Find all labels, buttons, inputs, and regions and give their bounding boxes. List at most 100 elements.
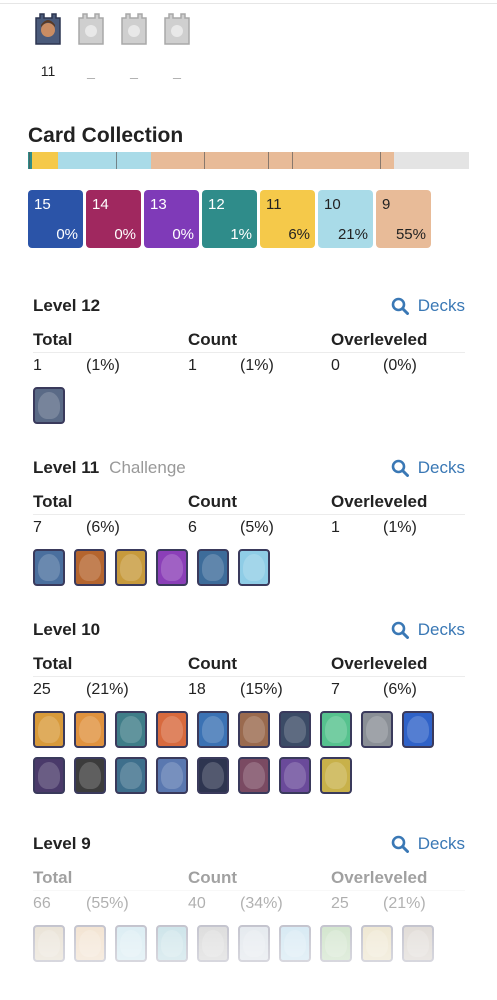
card-icon[interactable] — [238, 757, 270, 794]
collection-bar-segment — [58, 152, 151, 169]
header-count: Count — [188, 492, 238, 511]
section-header: Level 10 Decks — [33, 620, 465, 646]
decks-link[interactable]: Decks — [391, 620, 465, 640]
count-percent: (1%) — [240, 357, 274, 374]
stats-header: Total Count Overleveled — [33, 330, 465, 353]
level-section-10: Level 10 Decks Total Count Overleveled 25 (21%… — [33, 620, 465, 803]
collection-bar-segment — [32, 152, 58, 169]
overleveled-percent: (1%) — [383, 519, 417, 536]
tile-level: 9 — [382, 196, 391, 213]
card-icon[interactable] — [238, 711, 270, 748]
decks-label: Decks — [417, 620, 465, 639]
stats-row: 1 (1%) 1 (1%) 0 (0%) — [33, 357, 465, 383]
card-icon[interactable] — [361, 711, 393, 748]
stats-row: 7 (6%) 6 (5%) 1 (1%) — [33, 519, 465, 545]
stats-header: Total Count Overleveled — [33, 492, 465, 515]
card-icon[interactable] — [238, 549, 270, 586]
tile-level: 12 — [208, 196, 225, 213]
card-icon[interactable] — [33, 711, 65, 748]
overleveled-value: 7 — [331, 681, 340, 698]
card-icon[interactable] — [33, 757, 65, 794]
card-icon[interactable] — [115, 711, 147, 748]
tower-king: 11 — [33, 12, 63, 81]
tile-level: 10 — [324, 196, 341, 213]
card-icon[interactable] — [279, 757, 311, 794]
section-header: Level 11 Challenge Decks — [33, 458, 465, 484]
card-icon[interactable] — [33, 549, 65, 586]
decks-link[interactable]: Decks — [391, 296, 465, 316]
card-grid — [33, 387, 453, 433]
card-icon[interactable] — [320, 757, 352, 794]
tile-percent: 55% — [395, 226, 426, 243]
princess-tower-icon — [164, 13, 190, 45]
total-value: 1 — [33, 357, 42, 374]
search-icon — [391, 621, 409, 639]
card-icon[interactable] — [320, 711, 352, 748]
total-value: 7 — [33, 519, 42, 536]
top-divider — [0, 3, 497, 4]
count-value: 6 — [188, 519, 197, 536]
header-overleveled: Overleveled — [331, 330, 428, 349]
tower-label: _ — [87, 63, 95, 79]
card-icon[interactable] — [33, 387, 65, 424]
total-value: 25 — [33, 681, 51, 698]
card-icon[interactable] — [156, 711, 188, 748]
overleveled-value: 1 — [331, 519, 340, 536]
princess-tower-icon — [121, 13, 147, 45]
decks-link[interactable]: Decks — [391, 458, 465, 478]
level-tile-12: 12 1% — [202, 190, 257, 248]
tile-percent: 0% — [56, 226, 78, 243]
collection-bar-tick — [29, 152, 30, 169]
card-icon[interactable] — [197, 711, 229, 748]
decks-label: Decks — [417, 296, 465, 315]
card-icon[interactable] — [115, 757, 147, 794]
tower-princess-2: _ — [119, 12, 149, 81]
collection-bar-tick — [292, 152, 293, 169]
level-tile-15: 15 0% — [28, 190, 83, 248]
bottom-fade-overlay — [0, 868, 497, 1000]
level-tile-9: 9 55% — [376, 190, 431, 248]
total-percent: (1%) — [86, 357, 120, 374]
total-percent: (21%) — [86, 681, 129, 698]
stats-header: Total Count Overleveled — [33, 654, 465, 677]
search-icon — [391, 297, 409, 315]
card-icon[interactable] — [115, 549, 147, 586]
header-count: Count — [188, 654, 238, 673]
tile-percent: 6% — [288, 226, 310, 243]
card-icon[interactable] — [279, 711, 311, 748]
count-percent: (5%) — [240, 519, 274, 536]
count-value: 1 — [188, 357, 197, 374]
card-icon[interactable] — [156, 757, 188, 794]
section-header: Level 9 Decks — [33, 834, 465, 860]
header-count: Count — [188, 330, 238, 349]
card-icon[interactable] — [402, 711, 434, 748]
tower-row: 11 _ _ _ — [33, 12, 205, 81]
card-icon[interactable] — [74, 757, 106, 794]
tile-percent: 21% — [337, 226, 368, 243]
card-icon[interactable] — [74, 711, 106, 748]
card-icon[interactable] — [197, 757, 229, 794]
tile-percent: 0% — [114, 226, 136, 243]
decks-link[interactable]: Decks — [391, 834, 465, 854]
tower-label: _ — [130, 63, 138, 79]
search-icon — [391, 459, 409, 477]
level-section-11: Level 11 Challenge Decks Total Count Overleve… — [33, 458, 465, 595]
tile-level: 15 — [34, 196, 51, 213]
card-grid — [33, 549, 453, 595]
header-overleveled: Overleveled — [331, 654, 428, 673]
card-icon[interactable] — [74, 549, 106, 586]
stats-row: 25 (21%) 18 (15%) 7 (6%) — [33, 681, 465, 707]
overleveled-value: 0 — [331, 357, 340, 374]
card-icon[interactable] — [197, 549, 229, 586]
level-tile-13: 13 0% — [144, 190, 199, 248]
card-collection-bar — [28, 152, 469, 169]
header-total: Total — [33, 492, 73, 511]
tile-level: 11 — [266, 196, 282, 213]
card-icon[interactable] — [156, 549, 188, 586]
section-level: Level 10 — [33, 620, 101, 639]
header-total: Total — [33, 330, 73, 349]
collection-bar-tick — [116, 152, 117, 169]
section-level: Level 11 — [33, 458, 100, 477]
tile-percent: 0% — [172, 226, 194, 243]
tower-princess-1: _ — [76, 12, 106, 81]
